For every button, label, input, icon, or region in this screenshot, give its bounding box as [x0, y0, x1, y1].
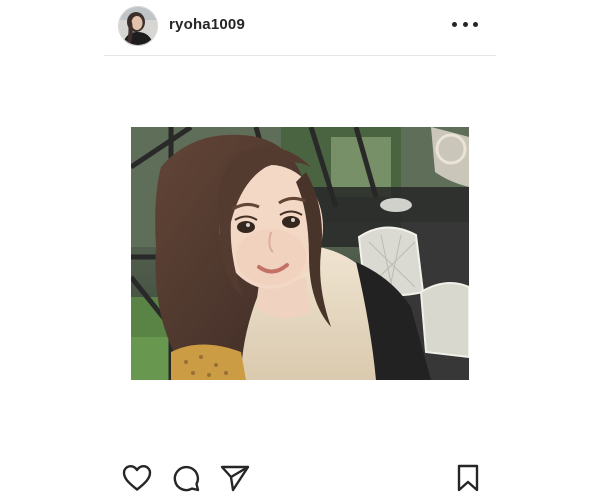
- heart-icon[interactable]: [122, 464, 152, 492]
- comment-icon[interactable]: [172, 464, 200, 492]
- more-dot: [452, 21, 457, 27]
- send-icon[interactable]: [220, 464, 250, 492]
- selfie-photo-illustration: [131, 127, 469, 380]
- more-dot: [462, 21, 468, 27]
- instagram-post: ryoha1009: [0, 0, 600, 500]
- bookmark-icon[interactable]: [456, 464, 480, 492]
- avatar-image: [118, 6, 158, 46]
- avatar[interactable]: [118, 6, 158, 46]
- post-photo[interactable]: [131, 127, 469, 380]
- more-horizontal-icon[interactable]: [452, 14, 478, 34]
- post-header: ryoha1009: [104, 0, 496, 56]
- more-dot: [473, 21, 478, 27]
- username[interactable]: ryoha1009: [169, 16, 245, 33]
